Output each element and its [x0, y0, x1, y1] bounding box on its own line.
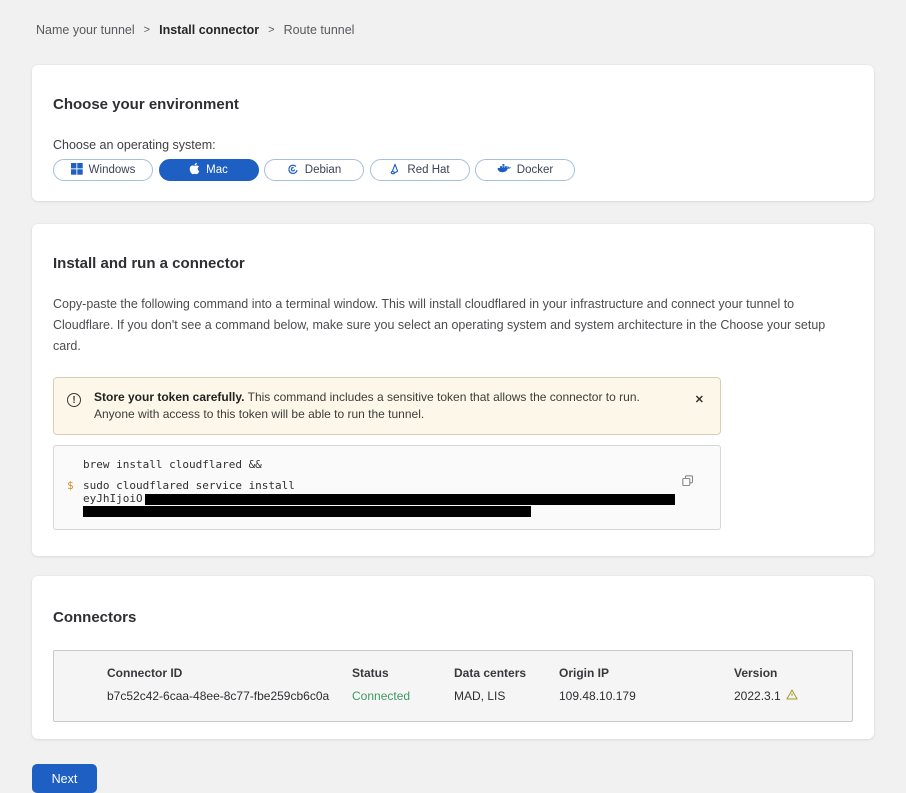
install-connector-card: Install and run a connector Copy-paste t… — [32, 224, 874, 556]
breadcrumb: Name your tunnel > Install connector > R… — [0, 0, 906, 37]
debian-swirl-icon — [287, 163, 299, 178]
next-button[interactable]: Next — [32, 764, 97, 793]
os-button-windows[interactable]: Windows — [53, 159, 153, 181]
warning-bold: Store your token carefully. — [94, 390, 245, 404]
col-header-origin-ip: Origin IP — [559, 666, 734, 680]
os-button-debian[interactable]: Debian — [264, 159, 364, 181]
os-button-label: Windows — [89, 164, 136, 176]
warning-message: Store your token carefully. This command… — [94, 389, 660, 423]
breadcrumb-separator: > — [144, 24, 150, 36]
environment-card-title: Choose your environment — [53, 96, 853, 113]
token-prefix: eyJhIjoiO — [83, 492, 143, 505]
os-button-label: Docker — [517, 164, 553, 176]
windows-logo-icon — [71, 163, 83, 178]
red-hat-icon — [389, 163, 401, 178]
version-number: 2022.3.1 — [734, 689, 781, 703]
command-line-1: brew install cloudflared && — [54, 458, 720, 471]
command-line-2-text: sudo cloudflared service install — [83, 479, 295, 492]
os-button-label: Red Hat — [407, 164, 449, 176]
choose-environment-card: Choose your environment Choose an operat… — [32, 65, 874, 201]
connectors-table: Connector ID Status Data centers Origin … — [53, 650, 853, 722]
install-description: Copy-paste the following command into a … — [53, 294, 853, 357]
col-header-version: Version — [734, 666, 852, 680]
os-button-redhat[interactable]: Red Hat — [370, 159, 470, 181]
version-value: 2022.3.1 — [734, 689, 852, 703]
docker-whale-icon — [497, 163, 511, 177]
connectors-card-title: Connectors — [53, 609, 853, 626]
connectors-card: Connectors Connector ID Status Data cent… — [32, 576, 874, 739]
redacted-token-bar — [83, 506, 531, 517]
col-header-connector-id: Connector ID — [107, 666, 352, 680]
breadcrumb-name-your-tunnel[interactable]: Name your tunnel — [36, 23, 135, 37]
shell-prompt: $ — [67, 479, 74, 492]
token-warning-banner: ! Store your token carefully. This comma… — [53, 377, 721, 435]
close-icon[interactable]: ✕ — [695, 395, 704, 406]
os-button-label: Mac — [206, 164, 228, 176]
install-command-block: brew install cloudflared && $ sudo cloudf… — [53, 445, 721, 530]
status-badge: Connected — [352, 689, 454, 703]
os-select-label: Choose an operating system: — [53, 138, 853, 152]
connector-id-value: b7c52c42-6caa-48ee-8c77-fbe259cb6c0a — [107, 689, 352, 703]
os-button-label: Debian — [305, 164, 341, 176]
os-button-group: Windows Mac Debian Red Hat Docker — [53, 159, 853, 181]
redacted-token-bar — [145, 494, 675, 505]
origin-ip-value: 109.48.10.179 — [559, 689, 734, 703]
breadcrumb-separator: > — [268, 24, 274, 36]
apple-logo-icon — [189, 162, 200, 178]
breadcrumb-install-connector[interactable]: Install connector — [159, 23, 259, 37]
os-button-mac[interactable]: Mac — [159, 159, 259, 181]
alert-circle-icon: ! — [67, 393, 81, 407]
command-token-line: eyJhIjoiO — [54, 492, 720, 505]
command-line-2: $ sudo cloudflared service install — [54, 479, 720, 492]
col-header-data-centers: Data centers — [454, 666, 559, 680]
version-warning-icon — [786, 689, 798, 703]
copy-icon[interactable] — [682, 475, 694, 490]
os-button-docker[interactable]: Docker — [475, 159, 575, 181]
col-header-status: Status — [352, 666, 454, 680]
breadcrumb-route-tunnel[interactable]: Route tunnel — [284, 23, 355, 37]
install-card-title: Install and run a connector — [53, 255, 853, 272]
data-centers-value: MAD, LIS — [454, 689, 559, 703]
